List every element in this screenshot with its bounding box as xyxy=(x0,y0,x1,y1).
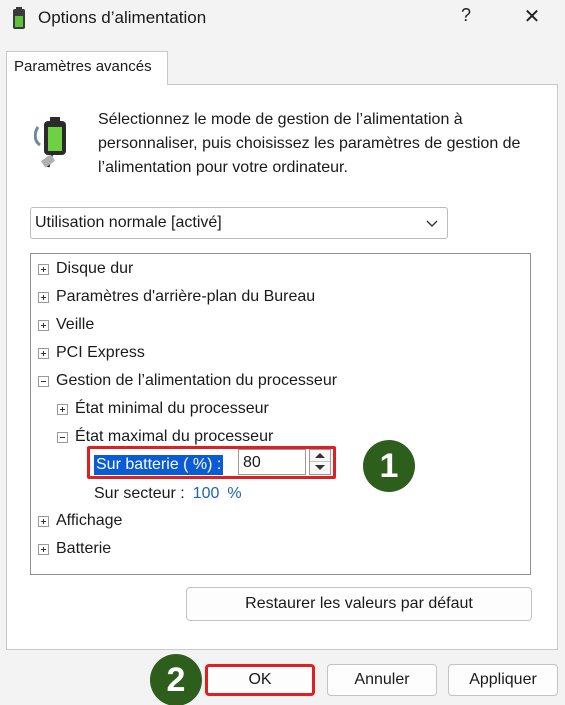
expand-plus-icon[interactable] xyxy=(57,404,68,415)
ac-setting-value[interactable]: 100 xyxy=(193,485,220,502)
title-bar: Options d’alimentation ? ✕ xyxy=(0,0,565,38)
ac-setting-unit: % xyxy=(227,485,242,502)
tree-item-label: Paramètres d'arrière-plan du Bureau xyxy=(56,288,316,305)
ac-setting-label: Sur secteur : xyxy=(94,485,185,502)
close-button[interactable]: ✕ xyxy=(520,4,544,29)
step-badge-2: 2 xyxy=(150,654,202,705)
expand-plus-icon[interactable] xyxy=(38,348,49,359)
battery-value: 80 xyxy=(243,454,261,471)
tab-advanced-settings[interactable]: Paramètres avancés xyxy=(6,51,168,85)
tree-item-label: Gestion de l’alimentation du processeur xyxy=(56,372,338,389)
help-button[interactable]: ? xyxy=(456,5,476,26)
battery-setting-label[interactable]: Sur batterie ( %) : xyxy=(94,455,224,475)
spin-down-arrow-icon[interactable] xyxy=(310,462,330,474)
tree-item-label: État maximal du processeur xyxy=(75,428,274,445)
tree-item-label: Veille xyxy=(56,316,95,333)
tree-item-label: Affichage xyxy=(56,512,123,529)
tree-item-label: Batterie xyxy=(56,540,112,557)
cancel-button[interactable]: Annuler xyxy=(327,664,437,696)
apply-button[interactable]: Appliquer xyxy=(448,664,558,696)
window-title: Options d’alimentation xyxy=(38,8,207,27)
power-plan-value: Utilisation normale [activé] xyxy=(35,214,222,231)
ac-setting-row[interactable]: Sur secteur : 100% xyxy=(94,485,242,503)
tab-label: Paramètres avancés xyxy=(14,58,152,75)
collapse-minus-icon[interactable] xyxy=(38,376,49,387)
ok-button[interactable]: OK xyxy=(205,664,315,696)
expand-plus-icon[interactable] xyxy=(38,320,49,331)
restore-defaults-button[interactable]: Restaurer les valeurs par défaut xyxy=(186,587,532,621)
step-badge-1: 1 xyxy=(363,440,415,492)
chevron-down-icon xyxy=(426,220,438,227)
battery-plug-icon xyxy=(34,117,66,168)
expand-plus-icon[interactable] xyxy=(38,544,49,555)
collapse-minus-icon[interactable] xyxy=(57,432,68,443)
spin-up-arrow-icon[interactable] xyxy=(310,450,330,462)
tree-item-label: État minimal du processeur xyxy=(75,400,269,417)
tree-item-label: PCI Express xyxy=(56,344,145,361)
expand-plus-icon[interactable] xyxy=(38,292,49,303)
battery-value-input[interactable]: 80 xyxy=(238,449,306,475)
power-options-app-icon xyxy=(13,7,25,29)
description-text: Sélectionnez le mode de gestion de l’ali… xyxy=(98,111,521,176)
tree-item-label: Disque dur xyxy=(56,260,134,277)
battery-value-spinner[interactable] xyxy=(309,449,331,475)
expand-plus-icon[interactable] xyxy=(38,264,49,275)
expand-plus-icon[interactable] xyxy=(38,516,49,527)
power-plan-dropdown[interactable]: Utilisation normale [activé] xyxy=(30,207,448,239)
